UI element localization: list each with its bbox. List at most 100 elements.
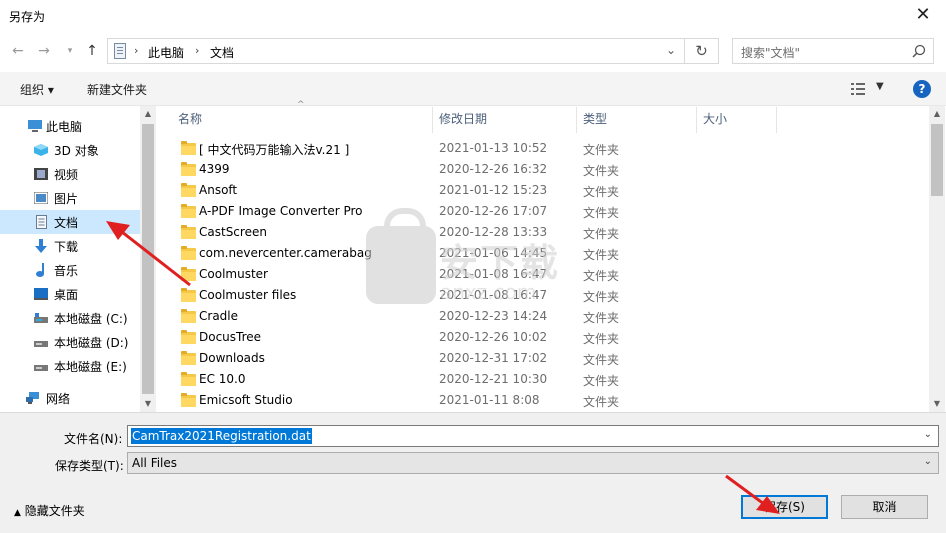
file-date: 2021-01-11 8:08 [439, 393, 540, 407]
folder-icon [181, 204, 196, 218]
column-header-type[interactable]: 类型 [583, 107, 607, 133]
chevron-up-icon: ▲ [14, 508, 21, 518]
nav-item-desktop[interactable]: 桌面 [0, 282, 140, 306]
nav-item-3d-objects[interactable]: 3D 对象 [0, 138, 140, 162]
file-type: 文件夹 [583, 353, 620, 367]
music-icon [36, 263, 44, 277]
filetype-select[interactable]: All Files ⌄ [127, 452, 939, 474]
hide-folders-toggle[interactable]: ▲ 隐藏文件夹 [14, 502, 85, 519]
nav-item-drive-e[interactable]: 本地磁盘 (E:) [0, 354, 140, 378]
search-input[interactable]: 搜索"文档" [732, 38, 934, 64]
filename-input[interactable]: CamTrax2021Registration.dat ⌄ [127, 425, 939, 447]
forward-arrow-icon[interactable]: → [34, 40, 54, 62]
column-divider[interactable] [576, 107, 577, 133]
search-placeholder: 搜索"文档" [741, 46, 801, 60]
file-list-scrollbar[interactable]: ▲ ▼ [929, 106, 945, 412]
breadcrumb-documents[interactable]: 文档 [210, 44, 234, 61]
nav-label: 本地磁盘 (D:) [54, 336, 129, 350]
file-name: EC 10.0 [199, 372, 246, 386]
chevron-down-icon[interactable]: ⌄ [666, 43, 676, 57]
cancel-button[interactable]: 取消 [841, 495, 928, 519]
nav-item-downloads[interactable]: 下载 [0, 234, 140, 258]
nav-item-videos[interactable]: 视频 [0, 162, 140, 186]
toolbar: 组织 ▾ 新建文件夹 ▼ ? [0, 72, 946, 106]
file-row[interactable]: EC 10.0 2020-12-21 10:30 文件夹 [171, 369, 911, 390]
save-button[interactable]: 保存(S) [741, 495, 828, 519]
file-type: 文件夹 [583, 311, 620, 325]
refresh-icon[interactable]: ↻ [685, 38, 719, 64]
nav-item-drive-d[interactable]: 本地磁盘 (D:) [0, 330, 140, 354]
nav-item-music[interactable]: 音乐 [0, 258, 140, 282]
breadcrumb-this-pc[interactable]: 此电脑 [148, 44, 184, 61]
file-date: 2020-12-23 14:24 [439, 309, 548, 323]
back-arrow-icon[interactable]: ← [8, 40, 28, 62]
scroll-thumb[interactable] [931, 124, 943, 196]
nav-item-network[interactable]: 网络 [0, 386, 140, 410]
file-date: 2020-12-31 17:02 [439, 351, 548, 365]
nav-scrollbar[interactable]: ▲ ▼ [140, 106, 156, 412]
folder-icon [181, 141, 196, 155]
scroll-up-icon[interactable]: ▲ [140, 106, 156, 122]
file-name: com.nevercenter.camerabag [199, 246, 372, 260]
view-options-icon[interactable] [850, 82, 866, 96]
nav-item-drive-c[interactable]: 本地磁盘 (C:) [0, 306, 140, 330]
folder-icon [181, 267, 196, 281]
chevron-right-icon: › [195, 44, 200, 57]
file-type: 文件夹 [583, 185, 620, 199]
nav-label: 此电脑 [46, 120, 83, 134]
new-folder-button[interactable]: 新建文件夹 [87, 81, 147, 98]
window-title: 另存为 [9, 10, 46, 24]
column-divider[interactable] [696, 107, 697, 133]
chevron-down-icon[interactable]: ⌄ [924, 456, 932, 467]
nav-item-documents[interactable]: 文档 [0, 210, 140, 234]
file-date: 2020-12-26 16:32 [439, 162, 548, 176]
watermark-text: 安下载 [440, 241, 561, 285]
column-header-name[interactable]: 名称 [178, 107, 202, 133]
nav-label: 下载 [54, 240, 79, 254]
scroll-down-icon[interactable]: ▼ [140, 396, 156, 412]
file-row[interactable]: DocusTree 2020-12-26 10:02 文件夹 [171, 327, 911, 348]
column-divider[interactable] [432, 107, 433, 133]
nav-label: 视频 [54, 168, 79, 182]
up-arrow-icon[interactable]: ↑ [82, 40, 102, 62]
scroll-thumb[interactable] [142, 124, 154, 394]
file-row[interactable]: 4399 2020-12-26 16:32 文件夹 [171, 159, 911, 180]
file-date: 2021-01-12 15:23 [439, 183, 548, 197]
computer-icon [28, 120, 42, 132]
nav-item-this-pc[interactable]: 此电脑 [0, 114, 140, 138]
video-icon [34, 168, 48, 180]
nav-item-pictures[interactable]: 图片 [0, 186, 140, 210]
folder-icon [181, 288, 196, 302]
3d-objects-icon [34, 144, 48, 156]
drive-icon [34, 313, 48, 323]
chevron-down-icon[interactable]: ⌄ [924, 429, 932, 440]
column-divider[interactable] [776, 107, 777, 133]
column-header-date[interactable]: 修改日期 [439, 107, 487, 133]
file-name: Coolmuster [199, 267, 268, 281]
file-row[interactable]: Ansoft 2021-01-12 15:23 文件夹 [171, 180, 911, 201]
filename-value: CamTrax2021Registration.dat [131, 428, 312, 444]
file-type: 文件夹 [583, 143, 620, 157]
view-dropdown-icon[interactable]: ▼ [876, 81, 884, 92]
file-row[interactable]: Coolmuster files 2021-01-08 16:47 文件夹 [171, 285, 911, 306]
column-header-size[interactable]: 大小 [703, 107, 727, 133]
scroll-up-icon[interactable]: ▲ [929, 106, 945, 122]
folder-icon [181, 309, 196, 323]
close-icon[interactable]: ✕ [910, 4, 936, 26]
file-date: 2020-12-26 17:07 [439, 204, 548, 218]
file-row[interactable]: Downloads 2020-12-31 17:02 文件夹 [171, 348, 911, 369]
chevron-right-icon: › [134, 44, 139, 57]
scroll-down-icon[interactable]: ▼ [929, 396, 945, 412]
file-row[interactable]: Cradle 2020-12-23 14:24 文件夹 [171, 306, 911, 327]
file-type: 文件夹 [583, 206, 620, 220]
file-name: [ 中文代码万能输入法v.21 ] [199, 143, 350, 157]
filetype-label: 保存类型(T): [55, 459, 124, 473]
organize-button[interactable]: 组织 ▾ [20, 81, 54, 98]
help-icon[interactable]: ? [913, 80, 931, 98]
recent-dropdown-icon[interactable]: ▾ [60, 40, 80, 62]
file-name: Downloads [199, 351, 265, 365]
file-row[interactable]: A-PDF Image Converter Pro 2020-12-26 17:… [171, 201, 911, 222]
address-bar[interactable]: › 此电脑 › 文档 ⌄ [107, 38, 685, 64]
file-row[interactable]: [ 中文代码万能输入法v.21 ] 2021-01-13 10:52 文件夹 [171, 138, 911, 159]
file-row[interactable]: Emicsoft Studio 2021-01-11 8:08 文件夹 [171, 390, 911, 411]
